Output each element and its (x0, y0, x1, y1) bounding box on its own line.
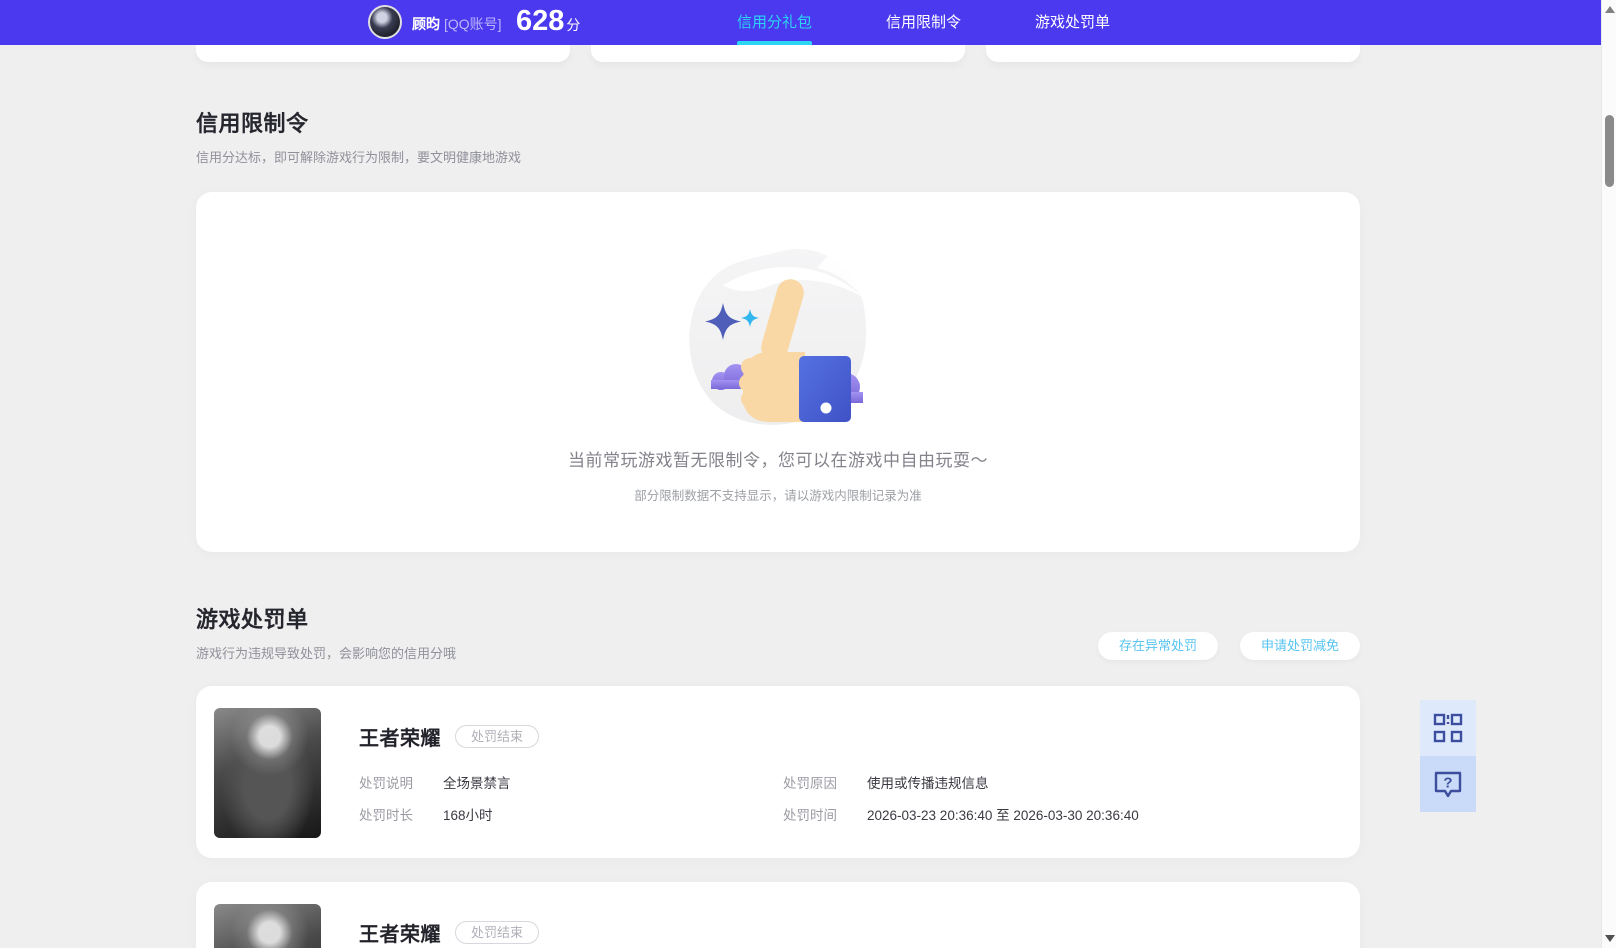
tab-credit-gift[interactable]: 信用分礼包 (700, 0, 849, 45)
restriction-empty-card: 当前常玩游戏暂无限制令，您可以在游戏中自由玩耍～ 部分限制数据不支持显示，请以游… (196, 192, 1360, 552)
restriction-section-title: 信用限制令 (196, 111, 309, 136)
restriction-section-header: 信用限制令 信用分达标，即可解除游戏行为限制，要文明健康地游戏 (196, 106, 1360, 166)
card-stub (986, 45, 1360, 62)
scrolled-card-stubs (196, 45, 1360, 62)
punishment-section-subtitle: 游戏行为违规导致处罚，会影响您的信用分哦 (196, 646, 457, 661)
empty-state-message: 当前常玩游戏暂无限制令，您可以在游戏中自由玩耍～ (568, 451, 988, 470)
status-badge: 处罚结束 (455, 921, 540, 944)
svg-text:?: ? (1443, 775, 1452, 792)
main-content: 信用限制令 信用分达标，即可解除游戏行为限制，要文明健康地游戏 当前常玩游戏暂无… (196, 45, 1360, 948)
punishment-section-title: 游戏处罚单 (196, 607, 309, 632)
field-label: 处罚原因 (783, 776, 837, 791)
punishment-actions: 存在异常处罚 申请处罚减免 (1097, 632, 1360, 660)
status-badge: 处罚结束 (455, 725, 540, 748)
user-name: 顾昀 [QQ账号] (412, 16, 502, 32)
scrollbar-thumb[interactable] (1605, 115, 1614, 187)
punishment-section-header: 游戏处罚单 游戏行为违规导致处罚，会影响您的信用分哦 存在异常处罚 申请处罚减免 (196, 602, 1360, 662)
tab-credit-restriction[interactable]: 信用限制令 (849, 0, 998, 45)
game-name: 王者荣耀 (359, 924, 441, 946)
scroll-down-arrow-icon[interactable] (1605, 935, 1615, 942)
thumbs-up-illustration (688, 249, 866, 425)
field-label: 处罚说明 (359, 776, 413, 791)
game-name: 王者荣耀 (359, 728, 441, 750)
field-value: 全场景禁言 (443, 776, 511, 791)
card-stub (591, 45, 965, 62)
game-cover-image (214, 904, 321, 948)
punishment-card: 王者荣耀 处罚结束 处罚说明 全场景禁言 处罚时长 168小时 处罚原因 使用或… (196, 686, 1360, 858)
qr-code-button[interactable] (1420, 700, 1476, 756)
restriction-section-subtitle: 信用分达标，即可解除游戏行为限制，要文明健康地游戏 (196, 150, 522, 165)
account-type-label: [QQ账号] (444, 16, 502, 32)
credit-score: 628 分 (516, 5, 581, 37)
vertical-scrollbar[interactable] (1601, 0, 1616, 948)
help-button[interactable]: ? (1420, 756, 1476, 812)
field-value: 2026-03-23 20:36:40 至 2026-03-30 20:36:4… (867, 808, 1139, 823)
abnormal-punishment-button[interactable]: 存在异常处罚 (1097, 632, 1218, 660)
avatar[interactable] (368, 5, 402, 39)
scroll-up-arrow-icon[interactable] (1605, 6, 1615, 13)
game-cover-image (214, 708, 321, 838)
question-mark-icon: ? (1434, 771, 1462, 798)
qr-code-icon (1433, 713, 1463, 743)
score-unit: 分 (566, 17, 581, 33)
punishment-card: 王者荣耀 处罚结束 (196, 882, 1360, 948)
floating-toolbar: ? (1420, 700, 1476, 812)
apply-reduction-button[interactable]: 申请处罚减免 (1239, 632, 1360, 660)
card-stub (196, 45, 570, 62)
field-value: 使用或传播违规信息 (867, 776, 989, 791)
header-nav-tabs: 信用分礼包 信用限制令 游戏处罚单 (700, 0, 1147, 45)
field-label: 处罚时间 (783, 808, 837, 823)
field-label: 处罚时长 (359, 808, 413, 823)
top-header-bar: 顾昀 [QQ账号] 628 分 信用分礼包 信用限制令 游戏处罚单 (0, 0, 1601, 45)
field-value: 168小时 (443, 808, 493, 823)
tab-game-punishment[interactable]: 游戏处罚单 (998, 0, 1147, 45)
empty-state-note: 部分限制数据不支持显示，请以游戏内限制记录为准 (634, 489, 922, 503)
